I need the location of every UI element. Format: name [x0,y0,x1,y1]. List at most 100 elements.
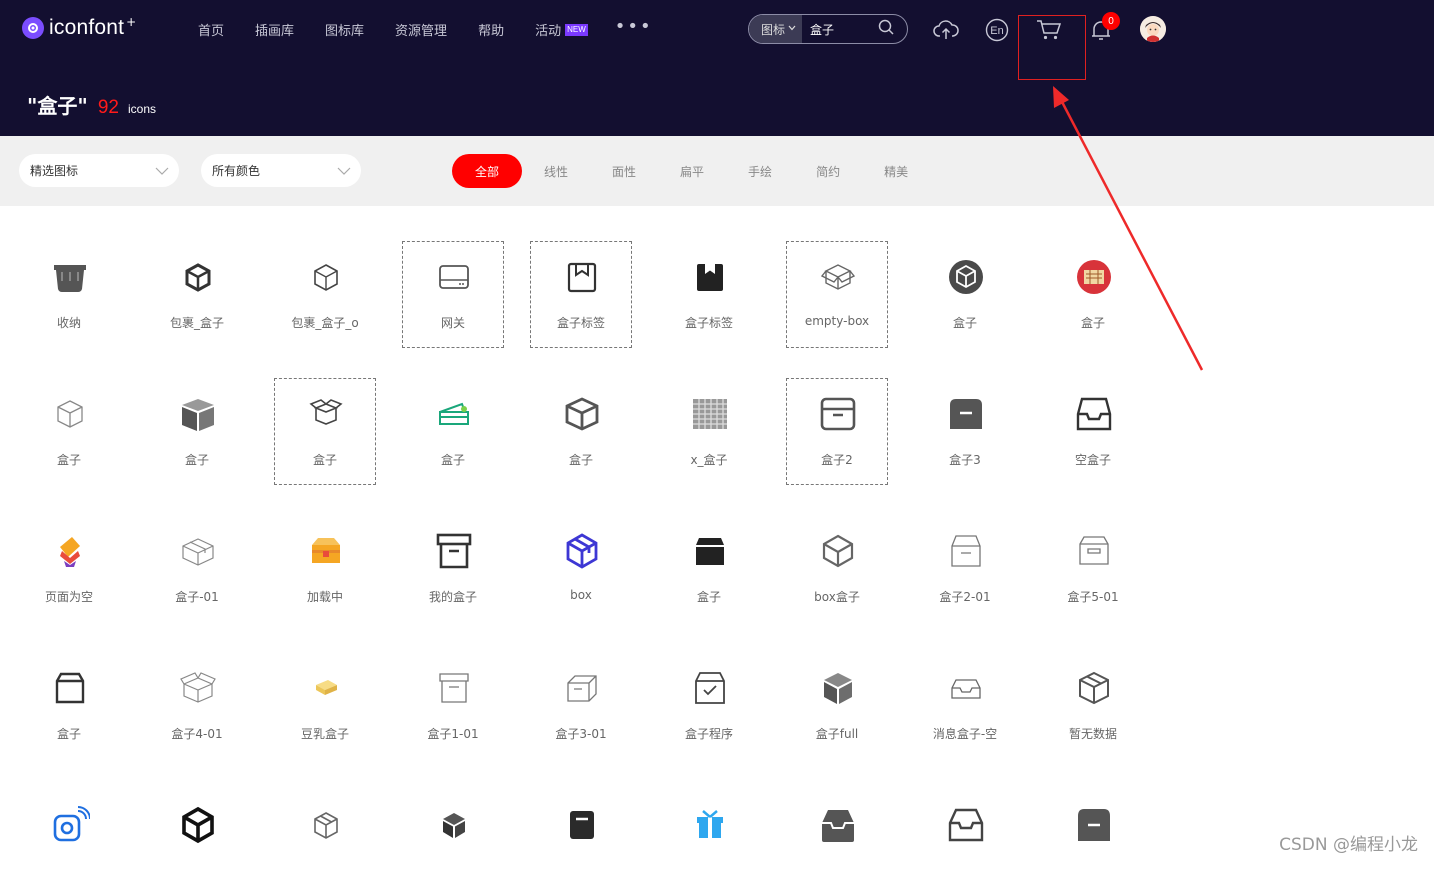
box-green-icon [434,394,474,434]
icon-card[interactable]: 页面为空 [18,515,120,622]
icon-label: 收纳 [56,316,81,330]
page-empty-icon [50,531,90,571]
icon-label: 消息盒子-空 [932,727,998,741]
storage-bin-icon [50,257,90,297]
box5-01-icon [1074,531,1114,571]
icon-card[interactable]: 暂无数据 [1042,652,1144,759]
package-box-icon [178,257,218,297]
icon-card[interactable]: 包裹_盒子 [146,241,248,348]
icon-card[interactable]: 包裹_盒子_o [274,241,376,348]
search-box: 图标 [748,14,908,44]
icon-card[interactable]: 盒子4-01 [146,652,248,759]
icon-card[interactable]: 盒子2-01 [914,515,1016,622]
icon-card[interactable] [274,789,376,896]
box-label-solid-icon [690,257,730,297]
notification-badge: 0 [1102,12,1120,30]
tab-flat[interactable]: 扁平 [680,163,704,180]
icon-card[interactable] [1042,789,1144,896]
user-avatar[interactable] [1140,16,1166,42]
filter-bar: 精选图标 所有颜色 全部 线性 面性 扁平 手绘 简约 精美 [0,136,1434,206]
tab-handdrawn[interactable]: 手绘 [748,163,772,180]
icon-card[interactable] [658,789,760,896]
nav-illustrations[interactable]: 插画库 [255,20,294,39]
nav-activities[interactable]: 活动 NEW [535,20,588,39]
icon-card[interactable] [786,789,888,896]
icon-card[interactable]: 盒子 [402,378,504,485]
icon-card[interactable]: 盒子 [530,378,632,485]
nav-home[interactable]: 首页 [198,20,224,39]
icon-card[interactable]: 盒子 [18,652,120,759]
search-type-select[interactable]: 图标 [749,15,803,43]
icon-label: 加载中 [306,590,343,604]
icon-card[interactable]: 加载中 [274,515,376,622]
color-dropdown[interactable]: 所有颜色 [201,154,361,187]
icon-card[interactable]: box盒子 [786,515,888,622]
icon-card[interactable]: 盒子full [786,652,888,759]
icon-label: 盒子 [56,727,81,741]
icon-card[interactable]: 空盒子 [1042,378,1144,485]
cube-outline-icon [306,805,346,845]
iconfont-logo[interactable]: iconfont + [22,15,136,40]
icon-card[interactable]: 盒子5-01 [1042,515,1144,622]
icon-label: 盒子5-01 [1067,590,1119,604]
icon-card[interactable]: 盒子-01 [146,515,248,622]
tofu-box-icon [306,668,346,708]
more-menu-button[interactable]: ••• [615,18,653,39]
my-box-icon [434,531,474,571]
icon-card[interactable]: 盒子2 [786,378,888,485]
icon-card[interactable]: 盒子3 [914,378,1016,485]
icon-card[interactable]: 盒子 [18,378,120,485]
search-input[interactable] [810,22,877,36]
tab-simple[interactable]: 简约 [816,163,840,180]
icon-card[interactable] [146,789,248,896]
icon-card[interactable]: 盒子 [1042,241,1144,348]
icon-card[interactable] [914,789,1016,896]
tab-linear[interactable]: 线性 [544,163,568,180]
icon-label: 盒子 [952,316,977,330]
nav-resource-management[interactable]: 资源管理 [395,20,447,39]
nav-help[interactable]: 帮助 [478,20,504,39]
icon-card[interactable] [402,789,504,896]
icon-label: 包裹_盒子 [169,316,224,330]
icon-label: 盒子3-01 [555,727,607,741]
svg-text:En: En [990,25,1003,37]
icon-card[interactable]: 盒子 [914,241,1016,348]
language-en-icon[interactable]: En [984,17,1010,43]
icon-card[interactable]: 收纳 [18,241,120,348]
icon-card[interactable]: 盒子标签 [658,241,760,348]
tab-all[interactable]: 全部 [452,154,522,188]
icon-card[interactable]: 消息盒子-空 [914,652,1016,759]
selection-dropdown[interactable]: 精选图标 [19,154,179,187]
box2-icon [818,394,858,434]
icon-card[interactable]: 我的盒子 [402,515,504,622]
search-icon[interactable] [878,19,894,39]
icon-card[interactable]: 盒子 [146,378,248,485]
empty-tray-icon [1074,394,1114,434]
nav-icon-library[interactable]: 图标库 [325,20,364,39]
icon-card[interactable]: 网关 [402,241,504,348]
icon-label: 盒子 [184,453,209,467]
icon-card[interactable]: 盒子 [274,378,376,485]
icon-label: 盒子程序 [684,727,733,741]
icon-card[interactable]: empty-box [786,241,888,348]
color-dropdown-label: 所有颜色 [212,164,261,178]
icon-card[interactable]: 盒子1-01 [402,652,504,759]
icon-card[interactable]: 盒子标签 [530,241,632,348]
box-grid-icon [690,394,730,434]
icon-label: 盒子 [440,453,465,467]
icon-card[interactable]: 盒子程序 [658,652,760,759]
cart-annotation-box [1018,15,1086,80]
upload-cloud-icon[interactable] [933,17,959,43]
box4-01-icon [178,668,218,708]
icon-card[interactable]: 豆乳盒子 [274,652,376,759]
icon-label: 盒子4-01 [171,727,223,741]
icon-label: 盒子 [1080,316,1105,330]
icon-card[interactable]: box [530,515,632,622]
tab-exquisite[interactable]: 精美 [884,163,908,180]
tab-filled[interactable]: 面性 [612,163,636,180]
icon-card[interactable]: x_盒子 [658,378,760,485]
icon-card[interactable]: 盒子3-01 [530,652,632,759]
icon-card[interactable]: 盒子 [658,515,760,622]
icon-card[interactable] [530,789,632,896]
icon-card[interactable] [18,789,120,896]
